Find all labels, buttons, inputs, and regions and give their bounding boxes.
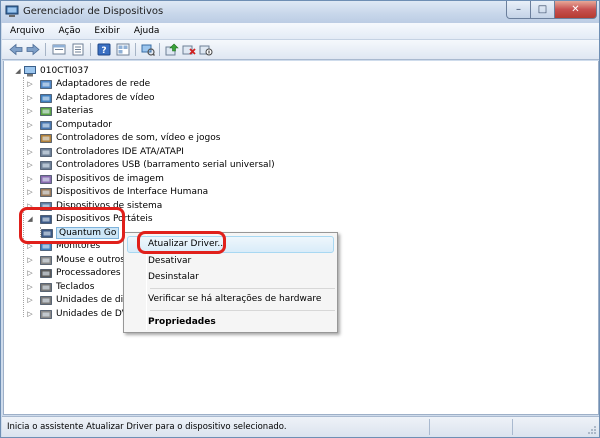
close-icon: ✕ [571,4,580,15]
computer-icon [24,66,36,77]
window-title: Gerenciador de Dispositivos [23,6,164,17]
svg-text:?: ? [101,46,106,56]
uninstall-icon[interactable] [182,43,196,56]
forward-icon[interactable] [26,43,40,56]
resize-grip-icon[interactable] [587,425,597,435]
tree-item-label: Mouse e outros d [56,254,134,265]
expand-arrow-icon[interactable]: ▷ [26,310,34,318]
minimize-button[interactable]: – [506,1,531,19]
expand-arrow-icon[interactable]: ▷ [26,107,34,115]
expand-arrow-icon[interactable]: ▷ [26,188,34,196]
back-icon[interactable] [9,43,23,56]
context-item-uninstall[interactable]: Desinstalar [148,272,199,282]
context-item-scan-hardware[interactable]: Verificar se há alterações de hardware [148,294,321,304]
expand-arrow-icon[interactable]: ▷ [26,296,34,304]
minimize-icon: – [516,4,521,15]
title-bar[interactable]: Gerenciador de Dispositivos – □ ✕ [1,1,599,23]
update-driver-icon[interactable] [165,43,179,56]
menu-acao[interactable]: Ação [51,26,87,36]
up-level-icon[interactable] [52,43,66,56]
highlight-ring-portable-devices [19,207,125,244]
menu-ajuda[interactable]: Ajuda [127,26,167,36]
status-text: Inicia o assistente Atualizar Driver par… [7,422,287,432]
toolbar: ? [2,40,599,60]
highlight-ring-update-driver [137,231,226,254]
toolbar-separator [45,43,46,56]
expand-arrow-icon[interactable]: ▷ [26,80,34,88]
usb-icon [40,161,52,170]
context-item-properties[interactable]: Propriedades [148,317,216,327]
tree-item-label: Baterias [56,106,94,116]
scan-hardware-icon[interactable] [141,43,155,56]
tree-item-label: Dispositivos de imagem [56,173,164,184]
tree-item-label: Adaptadores de vídeo [56,92,155,103]
tree-item-label: Adaptadores de rede [56,79,151,89]
dvd-drive-icon [40,309,52,319]
disk-drive-icon [40,296,52,305]
ide-controller-icon [40,147,52,157]
tree-connector [23,77,24,317]
status-divider [429,419,430,435]
expand-arrow-icon[interactable]: ▷ [26,134,34,142]
battery-icon [40,107,52,116]
keyboard-icon [40,282,52,292]
maximize-icon: □ [537,4,548,15]
device-manager-app-icon [5,5,19,17]
expand-arrow-icon[interactable]: ▷ [26,269,34,277]
sound-icon [40,134,52,143]
tree-item-label: Controladores de som, vídeo e jogos [56,133,221,143]
window-controls: – □ ✕ [506,1,597,19]
network-adapter-icon [40,80,52,89]
tree-item-label: Dispositivos de Interface Humana [56,187,209,197]
menu-exibir[interactable]: Exibir [87,26,126,36]
tree-root-label: 010CTI037 [40,66,89,76]
status-bar: Inicia o assistente Atualizar Driver par… [2,416,599,437]
context-menu-separator [150,288,335,289]
menu-bar: Arquivo Ação Exibir Ajuda [2,23,599,40]
toolbar-separator [159,43,160,56]
tree-item-label: Processadores [56,268,121,278]
properties-sheet-icon[interactable] [71,43,85,56]
hid-icon [40,188,52,197]
menu-arquivo[interactable]: Arquivo [2,26,51,36]
toolbar-separator [90,43,91,56]
mouse-icon [40,255,52,265]
expand-arrow-icon[interactable]: ▷ [26,121,34,129]
tree-item-label: Teclados [56,281,95,292]
toolbar-separator [135,43,136,56]
expand-arrow-icon[interactable]: ▷ [26,283,34,291]
context-menu-separator [150,310,335,311]
tree-item-label: Controladores USB (barramento serial uni… [56,160,275,170]
close-button[interactable]: ✕ [555,1,597,19]
maximize-button[interactable]: □ [531,1,555,19]
expand-arrow-icon[interactable]: ▷ [26,94,34,102]
disable-icon[interactable] [199,43,213,56]
tree-item-label: Computador [56,119,112,130]
computer-icon [40,120,52,130]
context-item-disable[interactable]: Desativar [148,256,191,266]
tree-item-label: Controladores IDE ATA/ATAPI [56,146,184,157]
help-icon[interactable]: ? [97,43,111,56]
camera-icon [40,174,52,184]
expand-arrow-icon[interactable]: ▷ [26,148,34,156]
expand-arrow-icon[interactable]: ▷ [26,175,34,183]
expand-arrow-icon[interactable]: ▷ [26,256,34,264]
processor-icon [40,269,52,278]
view-icon[interactable] [116,43,130,56]
collapse-arrow-icon[interactable]: ◢ [14,67,22,75]
status-divider [512,419,513,435]
expand-arrow-icon[interactable]: ▷ [26,161,34,169]
display-adapter-icon [40,93,52,103]
